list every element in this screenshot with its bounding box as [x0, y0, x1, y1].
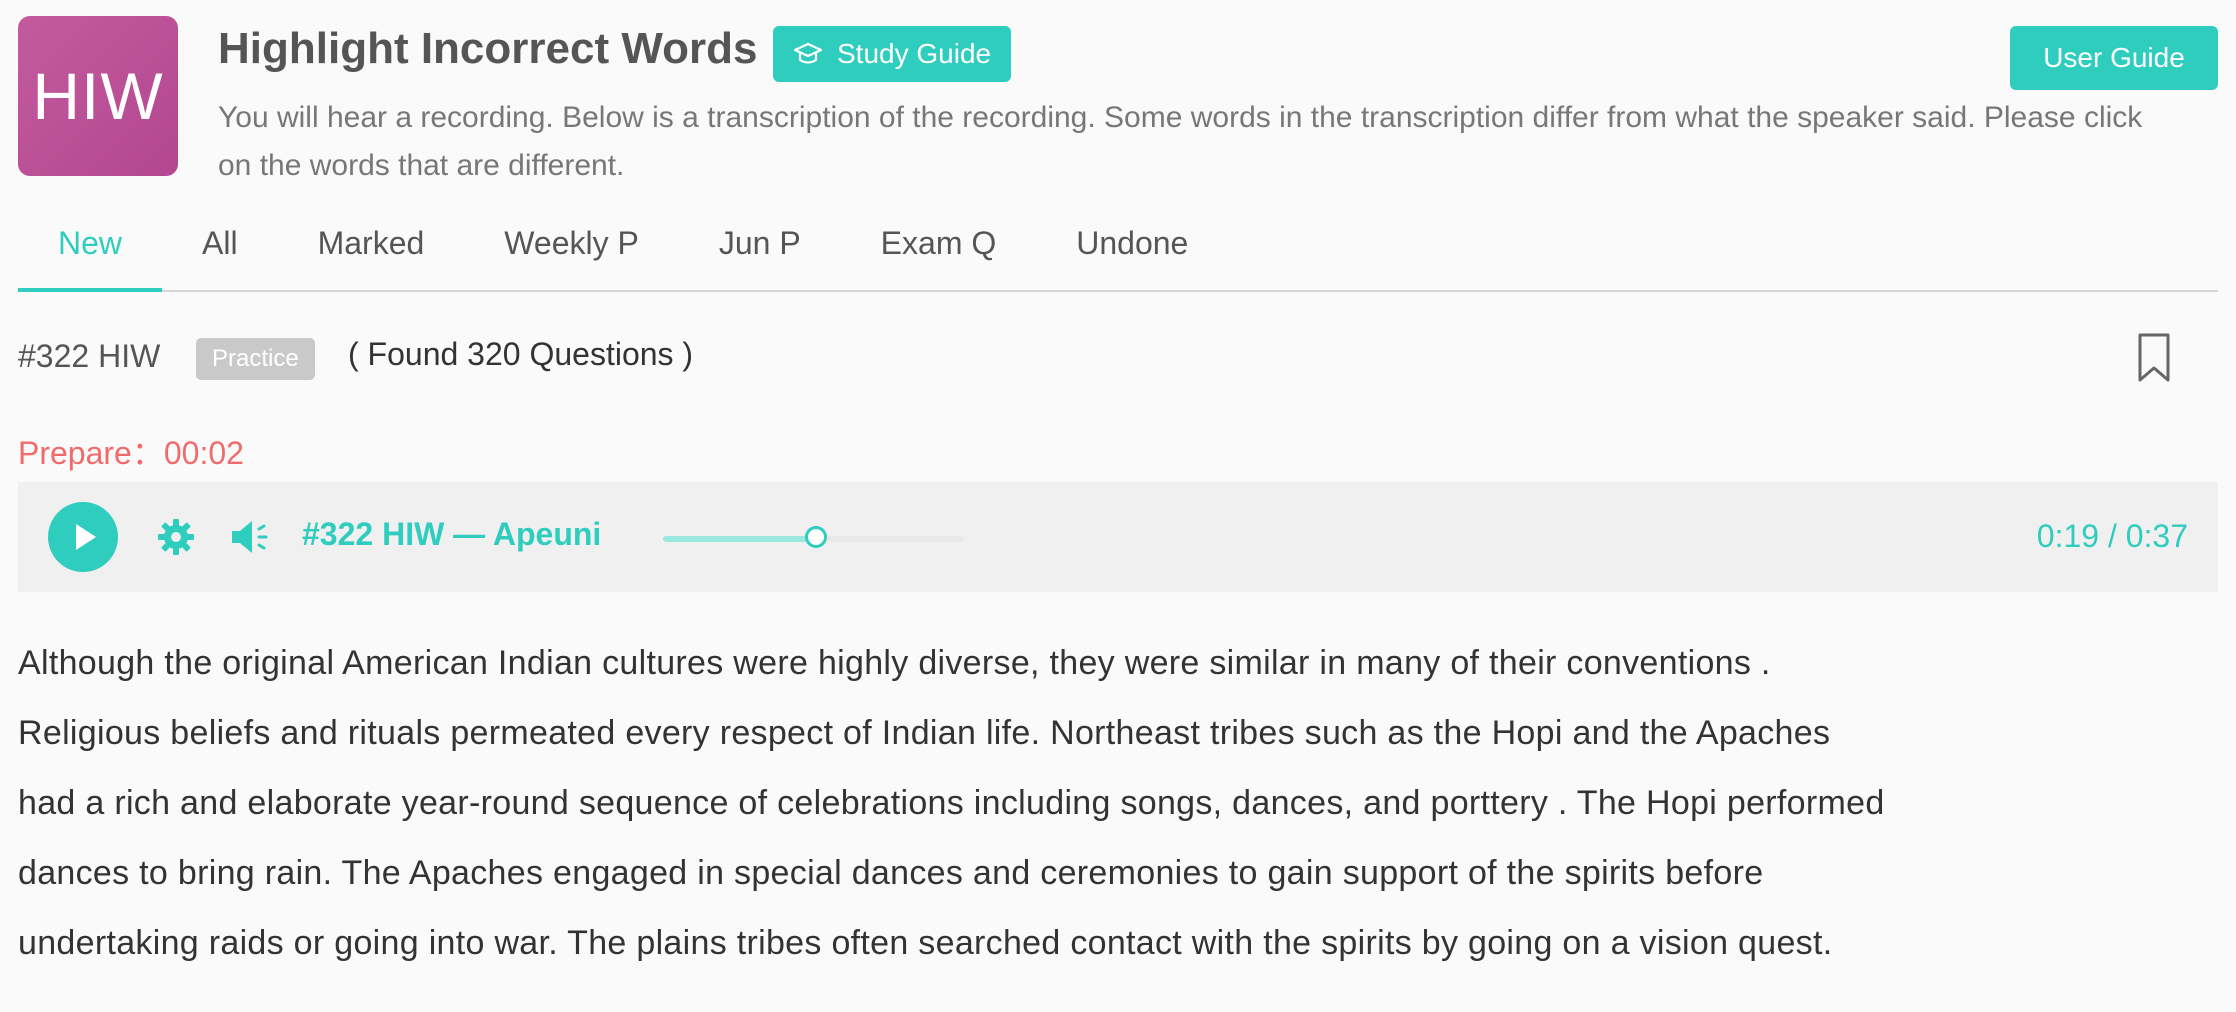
tab-bar: New All Marked Weekly P Jun P Exam Q Und…: [18, 210, 2218, 292]
tab-undone[interactable]: Undone: [1036, 210, 1228, 290]
progress-handle[interactable]: [805, 526, 827, 548]
found-count: ( Found 320 Questions ): [348, 336, 694, 372]
study-guide-button[interactable]: Study Guide: [773, 26, 1012, 82]
graduation-cap-icon: [793, 42, 823, 64]
progress-fill: [663, 536, 816, 542]
gear-icon[interactable]: [156, 517, 196, 557]
app-logo: HIW: [18, 16, 178, 176]
prepare-timer: Prepare：00:02: [18, 435, 244, 471]
passage-line: Although the original American Indian cu…: [18, 644, 1771, 682]
playback-time: 0:19 / 0:37: [2036, 518, 2188, 554]
progress-bar[interactable]: [663, 526, 963, 548]
user-guide-label: User Guide: [2043, 42, 2185, 73]
question-id: #322 HIW: [18, 338, 161, 374]
passage-line: had a rich and elaborate year-round sequ…: [18, 784, 1885, 822]
user-guide-button[interactable]: User Guide: [2010, 26, 2218, 90]
passage-line: Religious beliefs and rituals permeated …: [18, 714, 1831, 752]
study-guide-label: Study Guide: [837, 38, 992, 69]
bookmark-icon[interactable]: [2136, 332, 2172, 384]
instructions-text: You will hear a recording. Below is a tr…: [218, 101, 2143, 182]
tab-new[interactable]: New: [18, 210, 163, 292]
tab-exam-q[interactable]: Exam Q: [841, 210, 1037, 290]
practice-badge: Practice: [196, 338, 315, 380]
transcript-passage: Although the original American Indian cu…: [18, 628, 2218, 978]
audio-player: #322 HIW — Apeuni 0:19 / 0:37: [18, 482, 2218, 592]
tab-weekly-p[interactable]: Weekly P: [464, 210, 679, 290]
tab-marked[interactable]: Marked: [278, 210, 465, 290]
passage-line: undertaking raids or going into war. The…: [18, 924, 1833, 962]
tab-all[interactable]: All: [162, 210, 278, 290]
play-button[interactable]: [48, 502, 118, 572]
page-title: Highlight Incorrect Words: [218, 24, 758, 73]
track-title: #322 HIW — Apeuni: [302, 516, 602, 552]
tab-jun-p[interactable]: Jun P: [679, 210, 841, 290]
speaker-icon[interactable]: [228, 517, 272, 557]
passage-line: dances to bring rain. The Apaches engage…: [18, 854, 1764, 892]
